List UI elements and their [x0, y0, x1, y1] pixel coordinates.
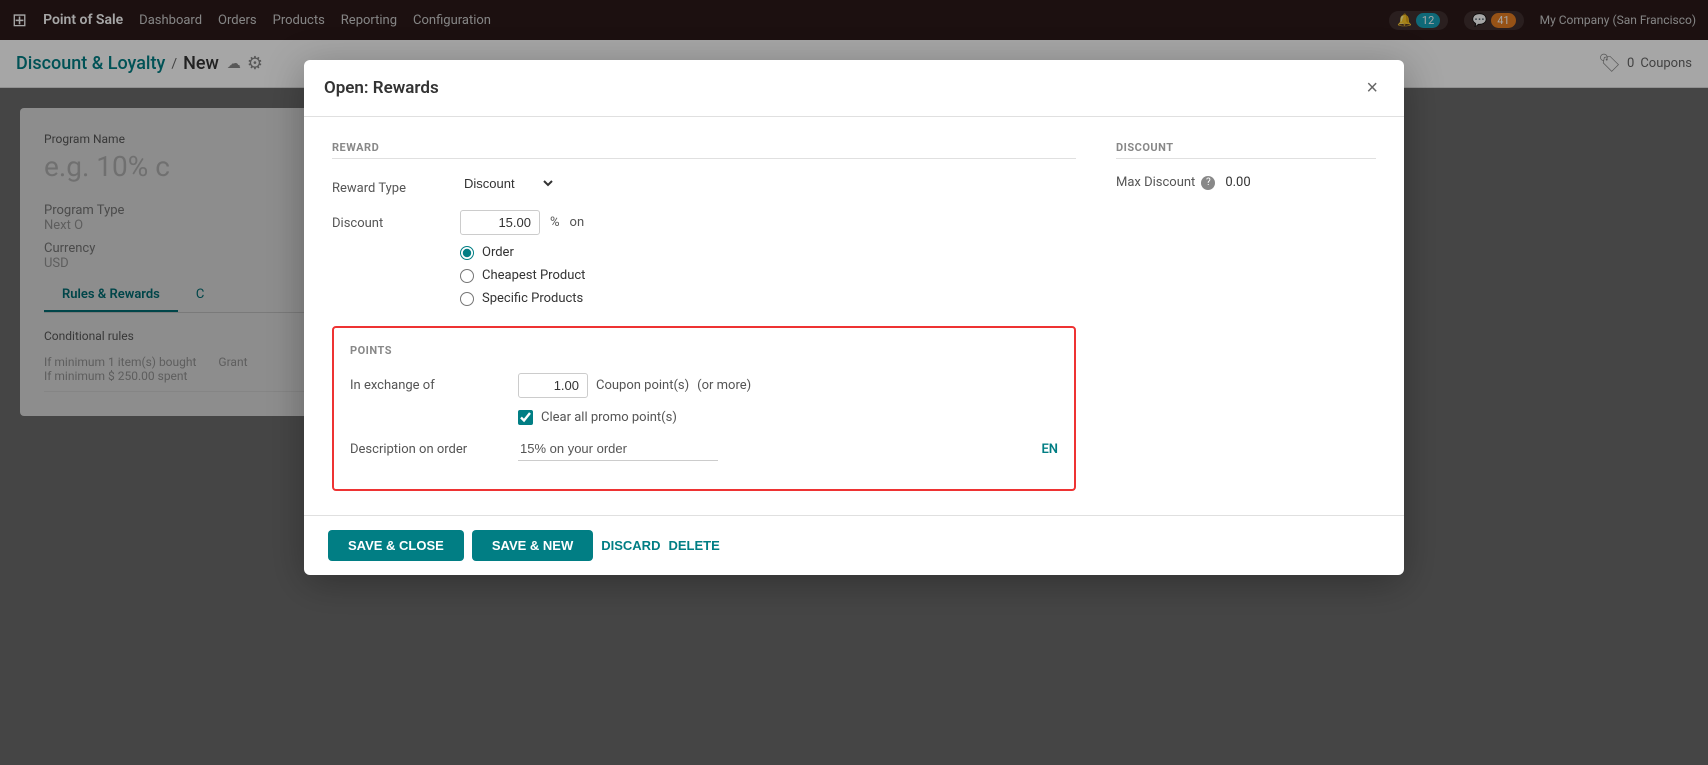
radio-order-input[interactable]: [460, 246, 474, 260]
radio-specific-label: Specific Products: [482, 291, 583, 306]
discount-label: Discount: [332, 210, 452, 231]
reward-type-select[interactable]: Discount Free Product: [460, 175, 556, 192]
points-section-label: POINTS: [350, 344, 1058, 361]
discount-on-label: on: [570, 215, 585, 230]
reward-section-label: REWARD: [332, 141, 1076, 159]
clear-points-label: Clear all promo point(s): [541, 410, 677, 425]
reward-type-label: Reward Type: [332, 175, 452, 196]
dialog-header: Open: Rewards ×: [304, 60, 1404, 117]
reward-type-value: Discount Free Product: [460, 175, 1076, 192]
discount-section-label: DISCOUNT: [1116, 141, 1376, 159]
radio-cheapest-label: Cheapest Product: [482, 268, 585, 283]
modal-overlay: Open: Rewards × REWARD Reward Type Disco…: [0, 0, 1708, 765]
reward-column: REWARD Reward Type Discount Free Product…: [332, 141, 1076, 491]
exchange-label: In exchange of: [350, 378, 510, 393]
description-row: Description on order EN: [350, 437, 1058, 461]
desc-order-input[interactable]: [518, 437, 718, 461]
radio-specific-option[interactable]: Specific Products: [460, 291, 1076, 306]
max-discount-label: Max Discount: [1116, 175, 1195, 190]
discount-row: Discount % on Order: [332, 210, 1076, 306]
dialog-close-button[interactable]: ×: [1360, 76, 1384, 100]
exchange-row: In exchange of Coupon point(s) (or more): [350, 373, 1058, 398]
clear-points-row: Clear all promo point(s): [350, 410, 1058, 425]
dialog-body: REWARD Reward Type Discount Free Product…: [304, 117, 1404, 515]
exchange-input[interactable]: [518, 373, 588, 398]
exchange-unit: Coupon point(s): [596, 378, 689, 393]
points-section: POINTS In exchange of Coupon point(s) (o…: [332, 326, 1076, 491]
discount-column: DISCOUNT Max Discount ? 0.00: [1116, 141, 1376, 491]
dialog-footer: SAVE & CLOSE SAVE & NEW DISCARD DELETE: [304, 515, 1404, 575]
radio-specific-input[interactable]: [460, 292, 474, 306]
max-discount-help-icon[interactable]: ?: [1201, 176, 1215, 190]
exchange-more: (or more): [697, 378, 751, 393]
discount-apply-group: Order Cheapest Product Specific Products: [460, 245, 1076, 306]
discount-input[interactable]: [460, 210, 540, 235]
max-discount-value: 0.00: [1225, 175, 1250, 190]
delete-button[interactable]: DELETE: [668, 538, 719, 553]
radio-cheapest-option[interactable]: Cheapest Product: [460, 268, 1076, 283]
max-discount-row: Max Discount ? 0.00: [1116, 175, 1376, 190]
discount-value-area: % on Order Cheapest Product: [460, 210, 1076, 306]
save-close-button[interactable]: SAVE & CLOSE: [328, 530, 464, 561]
radio-order-option[interactable]: Order: [460, 245, 1076, 260]
save-new-button[interactable]: SAVE & NEW: [472, 530, 593, 561]
desc-order-label: Description on order: [350, 442, 510, 457]
radio-order-label: Order: [482, 245, 514, 260]
clear-points-checkbox[interactable]: [518, 410, 533, 425]
discount-percent-label: %: [550, 215, 560, 230]
language-en-button[interactable]: EN: [1041, 442, 1058, 457]
reward-type-row: Reward Type Discount Free Product: [332, 175, 1076, 196]
radio-cheapest-input[interactable]: [460, 269, 474, 283]
dialog-title: Open: Rewards: [324, 78, 439, 98]
discard-button[interactable]: DISCARD: [601, 538, 660, 553]
rewards-dialog: Open: Rewards × REWARD Reward Type Disco…: [304, 60, 1404, 575]
